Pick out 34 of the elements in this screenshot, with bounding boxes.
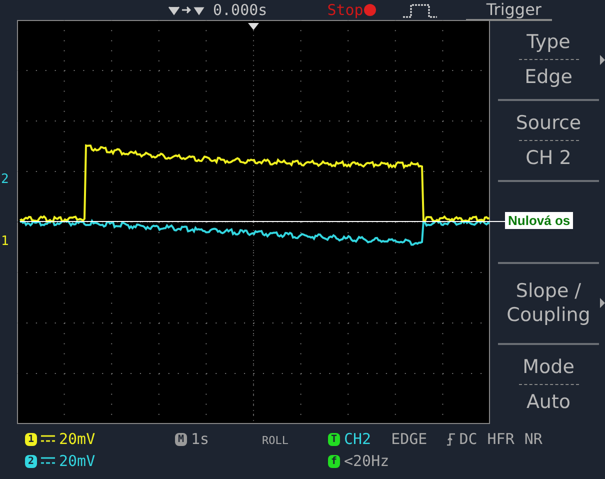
menu-value[interactable]: Edge <box>524 65 572 90</box>
trigger-badge: T <box>328 432 340 446</box>
menu-label[interactable]: Coupling <box>506 303 590 328</box>
channel-marker: 1 <box>1 234 9 249</box>
timebase-value: 1s <box>191 430 210 448</box>
timebase-badge: M <box>175 432 187 446</box>
trigger-coupling: DC <box>459 430 478 448</box>
menu-label[interactable]: Source <box>516 111 582 136</box>
trigger-position: 0.000s <box>213 1 268 19</box>
menu-label[interactable]: Type <box>526 30 570 54</box>
noise-reject: NR <box>524 430 542 448</box>
channel-number-badge: 2 <box>25 454 37 468</box>
pulse-waveform-icon <box>402 2 438 18</box>
channel-scale: 20mV <box>59 430 96 448</box>
menu-label[interactable]: Mode <box>522 354 574 379</box>
record-dot-icon <box>363 3 378 17</box>
trigger-position-icon <box>248 23 259 30</box>
frequency-badge: f <box>328 454 340 468</box>
annotation-label: Nulová os <box>505 212 574 229</box>
run-state: Stop <box>327 1 364 19</box>
channel-scale: 20mV <box>59 452 96 470</box>
channel-marker: 2 <box>1 172 9 187</box>
menu-value[interactable]: Auto <box>526 390 571 414</box>
menu-value[interactable]: CH 2 <box>526 146 572 170</box>
channel-number-badge: 1 <box>25 432 37 446</box>
dc-coupling-icon <box>41 457 55 465</box>
trigger-frequency: <20Hz <box>344 452 390 470</box>
hf-reject: HFR <box>487 430 514 448</box>
acquisition-mode: ROLL <box>262 433 290 449</box>
dc-coupling-icon <box>41 435 55 443</box>
rising-edge-icon <box>447 432 456 446</box>
trigger-type: EDGE <box>391 430 428 448</box>
trigger-source: CH2 <box>344 430 372 448</box>
menu-label[interactable]: Slope / <box>516 279 582 304</box>
